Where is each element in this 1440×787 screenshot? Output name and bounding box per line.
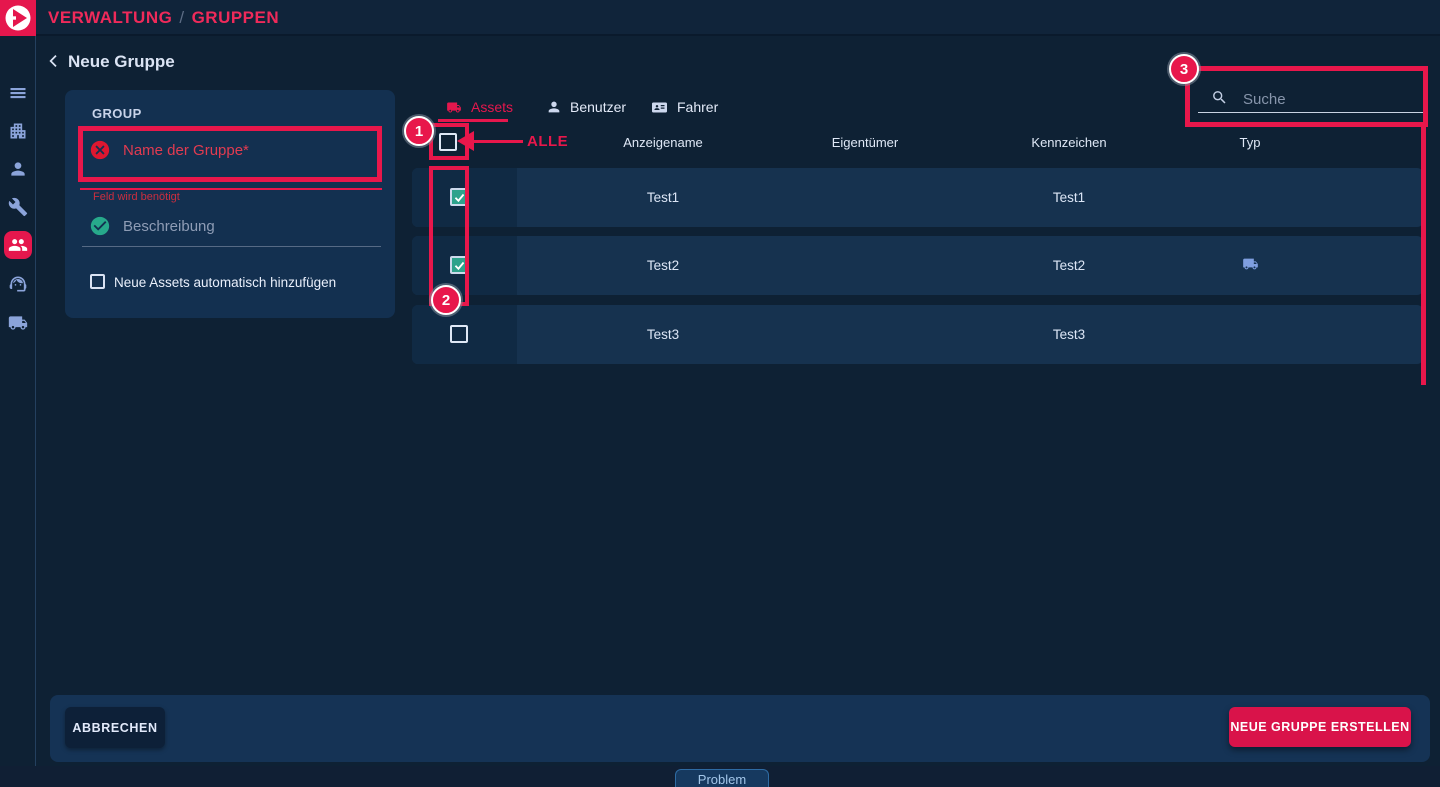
- column-header-kennzeichen[interactable]: Kennzeichen: [999, 135, 1139, 150]
- breadcrumb-separator: /: [172, 8, 191, 27]
- breadcrumb-section[interactable]: VERWALTUNG: [48, 8, 172, 27]
- truck-icon: [1240, 256, 1261, 272]
- auto-add-label: Neue Assets automatisch hinzufügen: [114, 275, 336, 290]
- app-screen: VERWALTUNG/GRUPPEN Neue Gruppe: [0, 0, 1440, 787]
- annotation-badge-2: 2: [431, 285, 461, 315]
- tab-benutzer[interactable]: Benutzer: [546, 99, 626, 115]
- breadcrumb: VERWALTUNG/GRUPPEN: [48, 0, 279, 36]
- table-row-test3[interactable]: Test3 Test3: [412, 305, 1423, 364]
- table-row-test2[interactable]: Test2 Test2: [412, 236, 1423, 295]
- annotation-badge-1: 1: [404, 116, 434, 146]
- annotation-name-field-box: [78, 126, 382, 182]
- annotation-arrow-line: [474, 140, 523, 143]
- cell-anzeigename: Test3: [593, 327, 733, 342]
- tab-assets[interactable]: Assets: [445, 99, 513, 115]
- sidebar: [0, 36, 36, 787]
- truck-icon: [445, 100, 463, 115]
- check-circle-icon: [89, 215, 111, 237]
- buildings-icon[interactable]: [8, 121, 28, 141]
- top-bar: VERWALTUNG/GRUPPEN: [0, 0, 1440, 36]
- footer-action-bar: ABBRECHEN NEUE GRUPPE ERSTELLEN: [50, 695, 1430, 762]
- truck-icon[interactable]: [8, 313, 28, 333]
- page-title: Neue Gruppe: [68, 52, 175, 72]
- name-field-error-message: Feld wird benötigt: [93, 191, 180, 203]
- cell-kennzeichen: Test1: [999, 190, 1139, 205]
- cell-anzeigename: Test1: [593, 190, 733, 205]
- group-description-input[interactable]: [123, 214, 373, 238]
- column-header-eigentuemer[interactable]: Eigentümer: [795, 135, 935, 150]
- create-group-button[interactable]: NEUE GRUPPE ERSTELLEN: [1229, 707, 1411, 747]
- annotation-search-box: [1185, 66, 1428, 127]
- groups-icon[interactable]: [8, 235, 28, 255]
- description-field-underline: [82, 246, 381, 247]
- menu-icon[interactable]: [8, 83, 28, 103]
- table-row-test1[interactable]: Test1 Test1: [412, 168, 1423, 227]
- name-field-error-underline: [80, 188, 382, 190]
- tab-benutzer-label: Benutzer: [570, 99, 626, 115]
- cell-kennzeichen: Test3: [999, 327, 1139, 342]
- cell-anzeigename: Test2: [593, 258, 733, 273]
- tools-icon[interactable]: [8, 197, 28, 217]
- back-button[interactable]: [46, 53, 62, 69]
- driver-icon[interactable]: [8, 274, 28, 294]
- annotation-badge-3: 3: [1169, 54, 1199, 84]
- group-form-card: GROUP Feld wird benötigt Neue Assets aut…: [65, 90, 395, 318]
- problem-feedback-tab[interactable]: Problem: [675, 769, 769, 787]
- breadcrumb-page: GRUPPEN: [192, 8, 280, 27]
- annotation-vertical-line: [1421, 127, 1426, 385]
- tab-fahrer-label: Fahrer: [677, 99, 718, 115]
- auto-add-checkbox[interactable]: [90, 274, 105, 289]
- column-header-typ[interactable]: Typ: [1210, 135, 1290, 150]
- annotation-alle-label: ALLE: [527, 133, 568, 150]
- cell-kennzeichen: Test2: [999, 258, 1139, 273]
- person-icon: [546, 99, 562, 115]
- tab-fahrer[interactable]: Fahrer: [650, 99, 718, 115]
- group-section-title: GROUP: [92, 106, 142, 121]
- app-logo-icon[interactable]: [0, 0, 36, 36]
- annotation-arrow-icon: [457, 131, 474, 151]
- active-tab-underline: [438, 119, 508, 122]
- user-icon[interactable]: [8, 159, 28, 179]
- column-header-anzeigename[interactable]: Anzeigename: [593, 135, 733, 150]
- id-card-icon: [650, 100, 669, 115]
- cancel-button[interactable]: ABBRECHEN: [65, 707, 165, 748]
- row-checkbox-test3[interactable]: [450, 325, 468, 343]
- tab-assets-label: Assets: [471, 99, 513, 115]
